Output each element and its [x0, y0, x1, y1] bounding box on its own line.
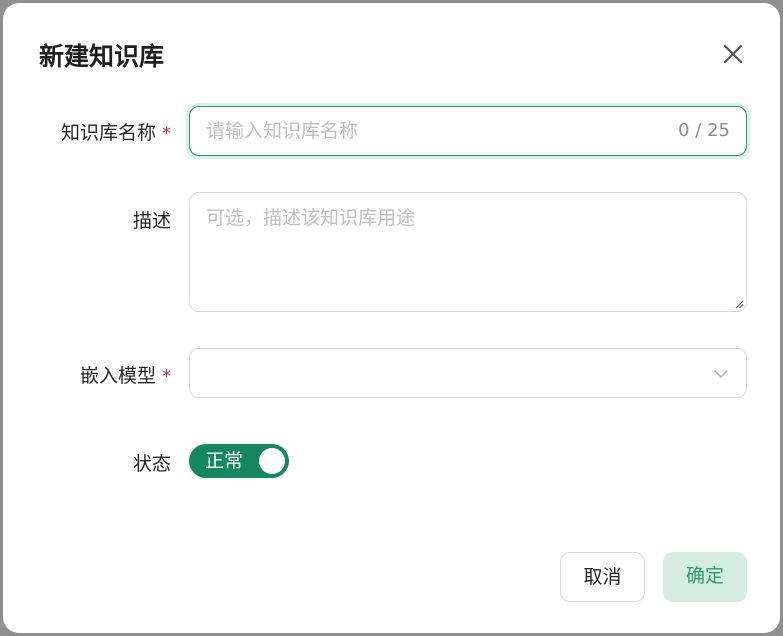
chevron-down-icon — [714, 370, 728, 378]
resize-handle-icon[interactable] — [734, 299, 744, 309]
name-input-wrapper: 0 / 25 — [189, 106, 747, 156]
toggle-knob — [259, 448, 285, 474]
required-mark: * — [162, 123, 171, 144]
confirm-button[interactable]: 确定 — [663, 552, 747, 602]
embedding-model-label-text: 嵌入模型 — [79, 365, 156, 387]
close-icon[interactable] — [719, 40, 747, 68]
embedding-model-select[interactable] — [189, 348, 747, 398]
status-toggle[interactable]: 正常 — [189, 444, 289, 478]
cancel-button[interactable]: 取消 — [560, 552, 645, 602]
create-knowledge-base-dialog: 新建知识库 知识库名称 * 0 / 25 描述 嵌入模型 * 状态 正常 取消 确定 — [3, 3, 780, 633]
dialog-title: 新建知识库 — [39, 42, 165, 71]
status-toggle-text: 正常 — [205, 450, 244, 472]
description-textarea-wrapper — [189, 192, 747, 312]
required-mark: * — [162, 366, 171, 387]
description-label: 描述 — [132, 210, 171, 232]
name-label-text: 知识库名称 — [60, 122, 156, 144]
status-label: 状态 — [132, 453, 171, 475]
description-textarea[interactable] — [206, 205, 726, 295]
name-label: 知识库名称 * — [61, 120, 171, 147]
name-input[interactable] — [206, 107, 646, 154]
embedding-model-label: 嵌入模型 * — [80, 363, 171, 390]
char-counter: 0 / 25 — [678, 120, 730, 141]
